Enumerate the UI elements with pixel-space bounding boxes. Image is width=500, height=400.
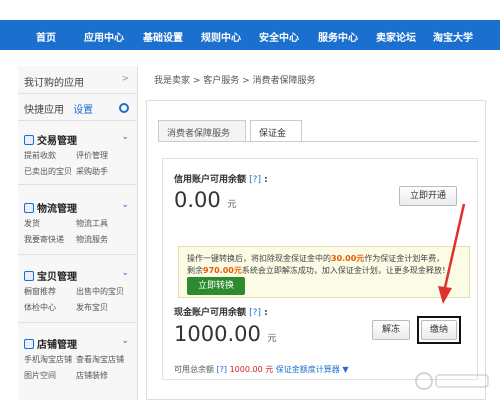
annual-fee-amount: 30.00元 [331, 254, 365, 263]
annotation-highlight-box [417, 316, 461, 344]
nav-app-center[interactable]: 应用中心 [84, 29, 124, 44]
watermark-logo-icon [415, 372, 489, 390]
caret-down-icon[interactable]: ▼ [342, 365, 348, 374]
cash-unit: 元 [267, 334, 277, 344]
trade-icon [24, 135, 34, 145]
sidebar-link[interactable]: 采购助手 [76, 166, 108, 177]
chevron-down-icon[interactable]: ⌄ [121, 200, 129, 210]
credit-label-text: 信用账户可用余额 [174, 175, 247, 185]
convert-notice: 操作一键转换后，将扣除现金保证金中的30.00元作为保证金计划年费， 剩余970… [178, 246, 470, 298]
cash-balance-label: 现金账户可用余额 [?] : [174, 308, 268, 318]
sidebar-link[interactable]: 发布宝贝 [76, 302, 108, 313]
sidebar-section-trade[interactable]: 交易管理 [24, 132, 77, 147]
quick-apps-settings-link[interactable]: 设置 [73, 105, 93, 116]
tab-consumer-protection[interactable]: 消费者保障服务 [158, 120, 246, 142]
sidebar-link[interactable]: 橱窗推荐 [24, 286, 56, 297]
total-balance-row: 可用总余额 [?] 1000.00 元 保证金额度计算器 ▼ [174, 364, 348, 375]
shop-icon [24, 339, 34, 349]
sidebar-quick-apps: 快捷应用 设置 [24, 101, 93, 116]
chevron-down-icon[interactable]: ⌄ [121, 268, 129, 278]
cash-balance-amount: 1000.00 元 [174, 322, 277, 346]
quick-apps-label: 快捷应用 [24, 105, 64, 116]
sidebar-link[interactable]: 体检中心 [24, 302, 56, 313]
cash-label-text: 现金账户可用余额 [174, 308, 247, 318]
section-title: 宝贝管理 [37, 272, 77, 283]
remaining-amount: 970.00元 [203, 266, 242, 275]
sidebar-link[interactable]: 物流工具 [76, 218, 108, 229]
sidebar-link[interactable]: 提前收款 [24, 150, 56, 161]
sidebar-link[interactable]: 我要寄快递 [24, 234, 64, 245]
sidebar-link[interactable]: 店铺装修 [76, 370, 108, 381]
deposit-calculator-link[interactable]: 保证金额度计算器 [276, 365, 340, 374]
chevron-right-icon[interactable]: > [121, 74, 129, 84]
sidebar-my-apps[interactable]: 我订购的应用 [24, 74, 84, 89]
divider [18, 322, 138, 323]
notice-text-part: 剩余 [187, 266, 203, 275]
credit-unit: 元 [227, 200, 237, 210]
divider [18, 184, 138, 185]
notice-text: 操作一键转换后，将扣除现金保证金中的30.00元作为保证金计划年费， 剩余970… [187, 253, 465, 277]
section-title: 交易管理 [37, 136, 77, 147]
unfreeze-button[interactable]: 解冻 [372, 320, 410, 340]
divider [18, 120, 138, 121]
notice-text-part: 操作一键转换后，将扣除现金保证金中的 [187, 254, 331, 263]
section-title: 物流管理 [37, 204, 77, 215]
help-link[interactable]: [?] [217, 365, 228, 374]
sidebar-link[interactable]: 出售中的宝贝 [76, 286, 124, 297]
credit-amount-value: 0.00 [174, 188, 221, 212]
total-balance-value: 1000.00 元 [229, 365, 274, 374]
nav-bar: 首页 应用中心 基础设置 规则中心 安全中心 服务中心 卖家论坛 淘宝大学 [0, 20, 500, 50]
gear-icon[interactable] [119, 103, 129, 113]
divider [18, 254, 138, 255]
credit-balance-label: 信用账户可用余额 [?] : [174, 175, 268, 185]
sidebar-link[interactable]: 物流服务 [76, 234, 108, 245]
notice-text-part: 系统会立即解冻成功，加入保证金计划，让更多现金释放！ [241, 266, 450, 275]
sidebar-link[interactable]: 评价管理 [76, 150, 108, 161]
chevron-down-icon[interactable]: ⌄ [121, 132, 129, 142]
help-link[interactable]: [?] [249, 175, 261, 185]
sidebar-link[interactable]: 查看淘宝店铺 [76, 354, 124, 365]
nav-taobao-university[interactable]: 淘宝大学 [433, 29, 473, 44]
sidebar-link[interactable]: 手机淘宝店铺 [24, 354, 72, 365]
breadcrumb[interactable]: 我是卖家 > 客户服务 > 消费者保障服务 [154, 73, 316, 86]
sidebar: 我订购的应用 > 快捷应用 设置 交易管理 ⌄ 提前收款 评价管理 已卖出的宝贝… [18, 66, 138, 400]
sidebar-link[interactable]: 发货 [24, 218, 40, 229]
sidebar-section-logistics[interactable]: 物流管理 [24, 200, 77, 215]
sidebar-link[interactable]: 图片空间 [24, 370, 56, 381]
top-nav: 首页 应用中心 基础设置 规则中心 安全中心 服务中心 卖家论坛 淘宝大学 [0, 0, 500, 64]
logistics-icon [24, 203, 34, 213]
total-balance-label: 可用总余额 [174, 365, 214, 374]
nav-security-center[interactable]: 安全中心 [259, 29, 299, 44]
chevron-down-icon[interactable]: ⌄ [121, 336, 129, 346]
divider [18, 93, 138, 94]
annotation-arrow-icon [438, 203, 466, 304]
nav-seller-forum[interactable]: 卖家论坛 [376, 29, 416, 44]
section-title: 店铺管理 [37, 340, 77, 351]
nav-basic-settings[interactable]: 基础设置 [143, 29, 183, 44]
sidebar-link[interactable]: 已卖出的宝贝 [24, 166, 72, 177]
nav-home[interactable]: 首页 [36, 29, 56, 44]
credit-balance-amount: 0.00 元 [174, 188, 236, 212]
help-link[interactable]: [?] [249, 308, 261, 318]
cash-amount-value: 1000.00 [174, 322, 261, 346]
sidebar-section-shop[interactable]: 店铺管理 [24, 336, 77, 351]
items-icon [24, 271, 34, 281]
tab-deposit[interactable]: 保证金 [250, 120, 302, 142]
tab-underline [158, 141, 478, 142]
convert-now-button[interactable]: 立即转换 [187, 277, 245, 295]
sidebar-section-items[interactable]: 宝贝管理 [24, 268, 77, 283]
nav-service-center[interactable]: 服务中心 [318, 29, 358, 44]
nav-rules-center[interactable]: 规则中心 [201, 29, 241, 44]
